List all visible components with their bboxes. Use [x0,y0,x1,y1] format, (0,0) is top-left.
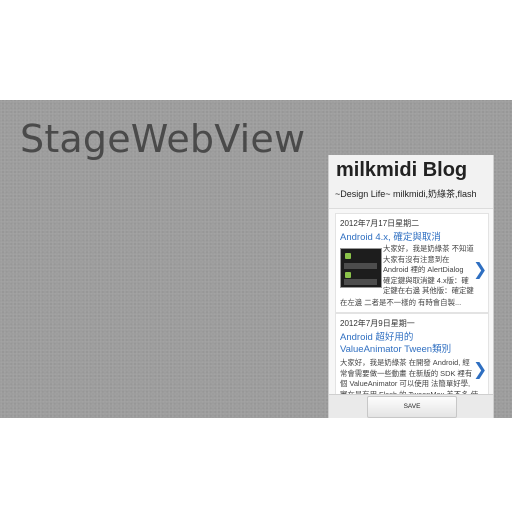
post-date: 2012年7月17日星期二 [340,219,420,228]
blog-header: milkmidi Blog ~Design Life~ milkmidi,奶綠茶… [329,155,493,209]
stage-title: StageWebView [20,117,306,161]
android-icon [345,272,351,278]
post-item[interactable]: 2012年7月9日星期一 Android 超好用的 ValueAnimator … [335,313,489,405]
post-date: 2012年7月9日星期一 [340,319,415,328]
blog-subtitle: ~Design Life~ milkmidi,奶綠茶,flash [335,189,477,199]
stage-area: StageWebView milkmidi Blog ~Design Life~… [0,100,512,418]
chevron-right-icon[interactable]: ❯ [473,262,487,279]
blog-title[interactable]: milkmidi Blog [336,159,467,182]
stage-web-view[interactable]: milkmidi Blog ~Design Life~ milkmidi,奶綠茶… [328,155,494,418]
post-item[interactable]: 2012年7月17日星期二 Android 4.x, 確定與取消 大家好，我是奶… [335,213,489,313]
post-thumbnail [340,248,382,288]
chevron-right-icon[interactable]: ❯ [473,362,487,379]
post-excerpt-tail: 在左邊 二者是不一樣的 有時會自製... [340,298,462,307]
post-title-link[interactable]: Android 4.x, 確定與取消 [340,232,480,244]
thumbnail-bar [344,279,377,285]
post-title-link[interactable]: Android 超好用的 ValueAnimator Tween類別 [340,332,480,356]
android-icon [345,253,351,259]
thumbnail-bar [344,263,377,269]
save-button[interactable]: SAVE [367,396,457,418]
bottom-toolbar: SAVE [329,394,493,418]
post-excerpt: 大家好，我是奶綠茶 不知道 大家有沒有注意到在 Android 裡的 Alert… [383,244,474,296]
